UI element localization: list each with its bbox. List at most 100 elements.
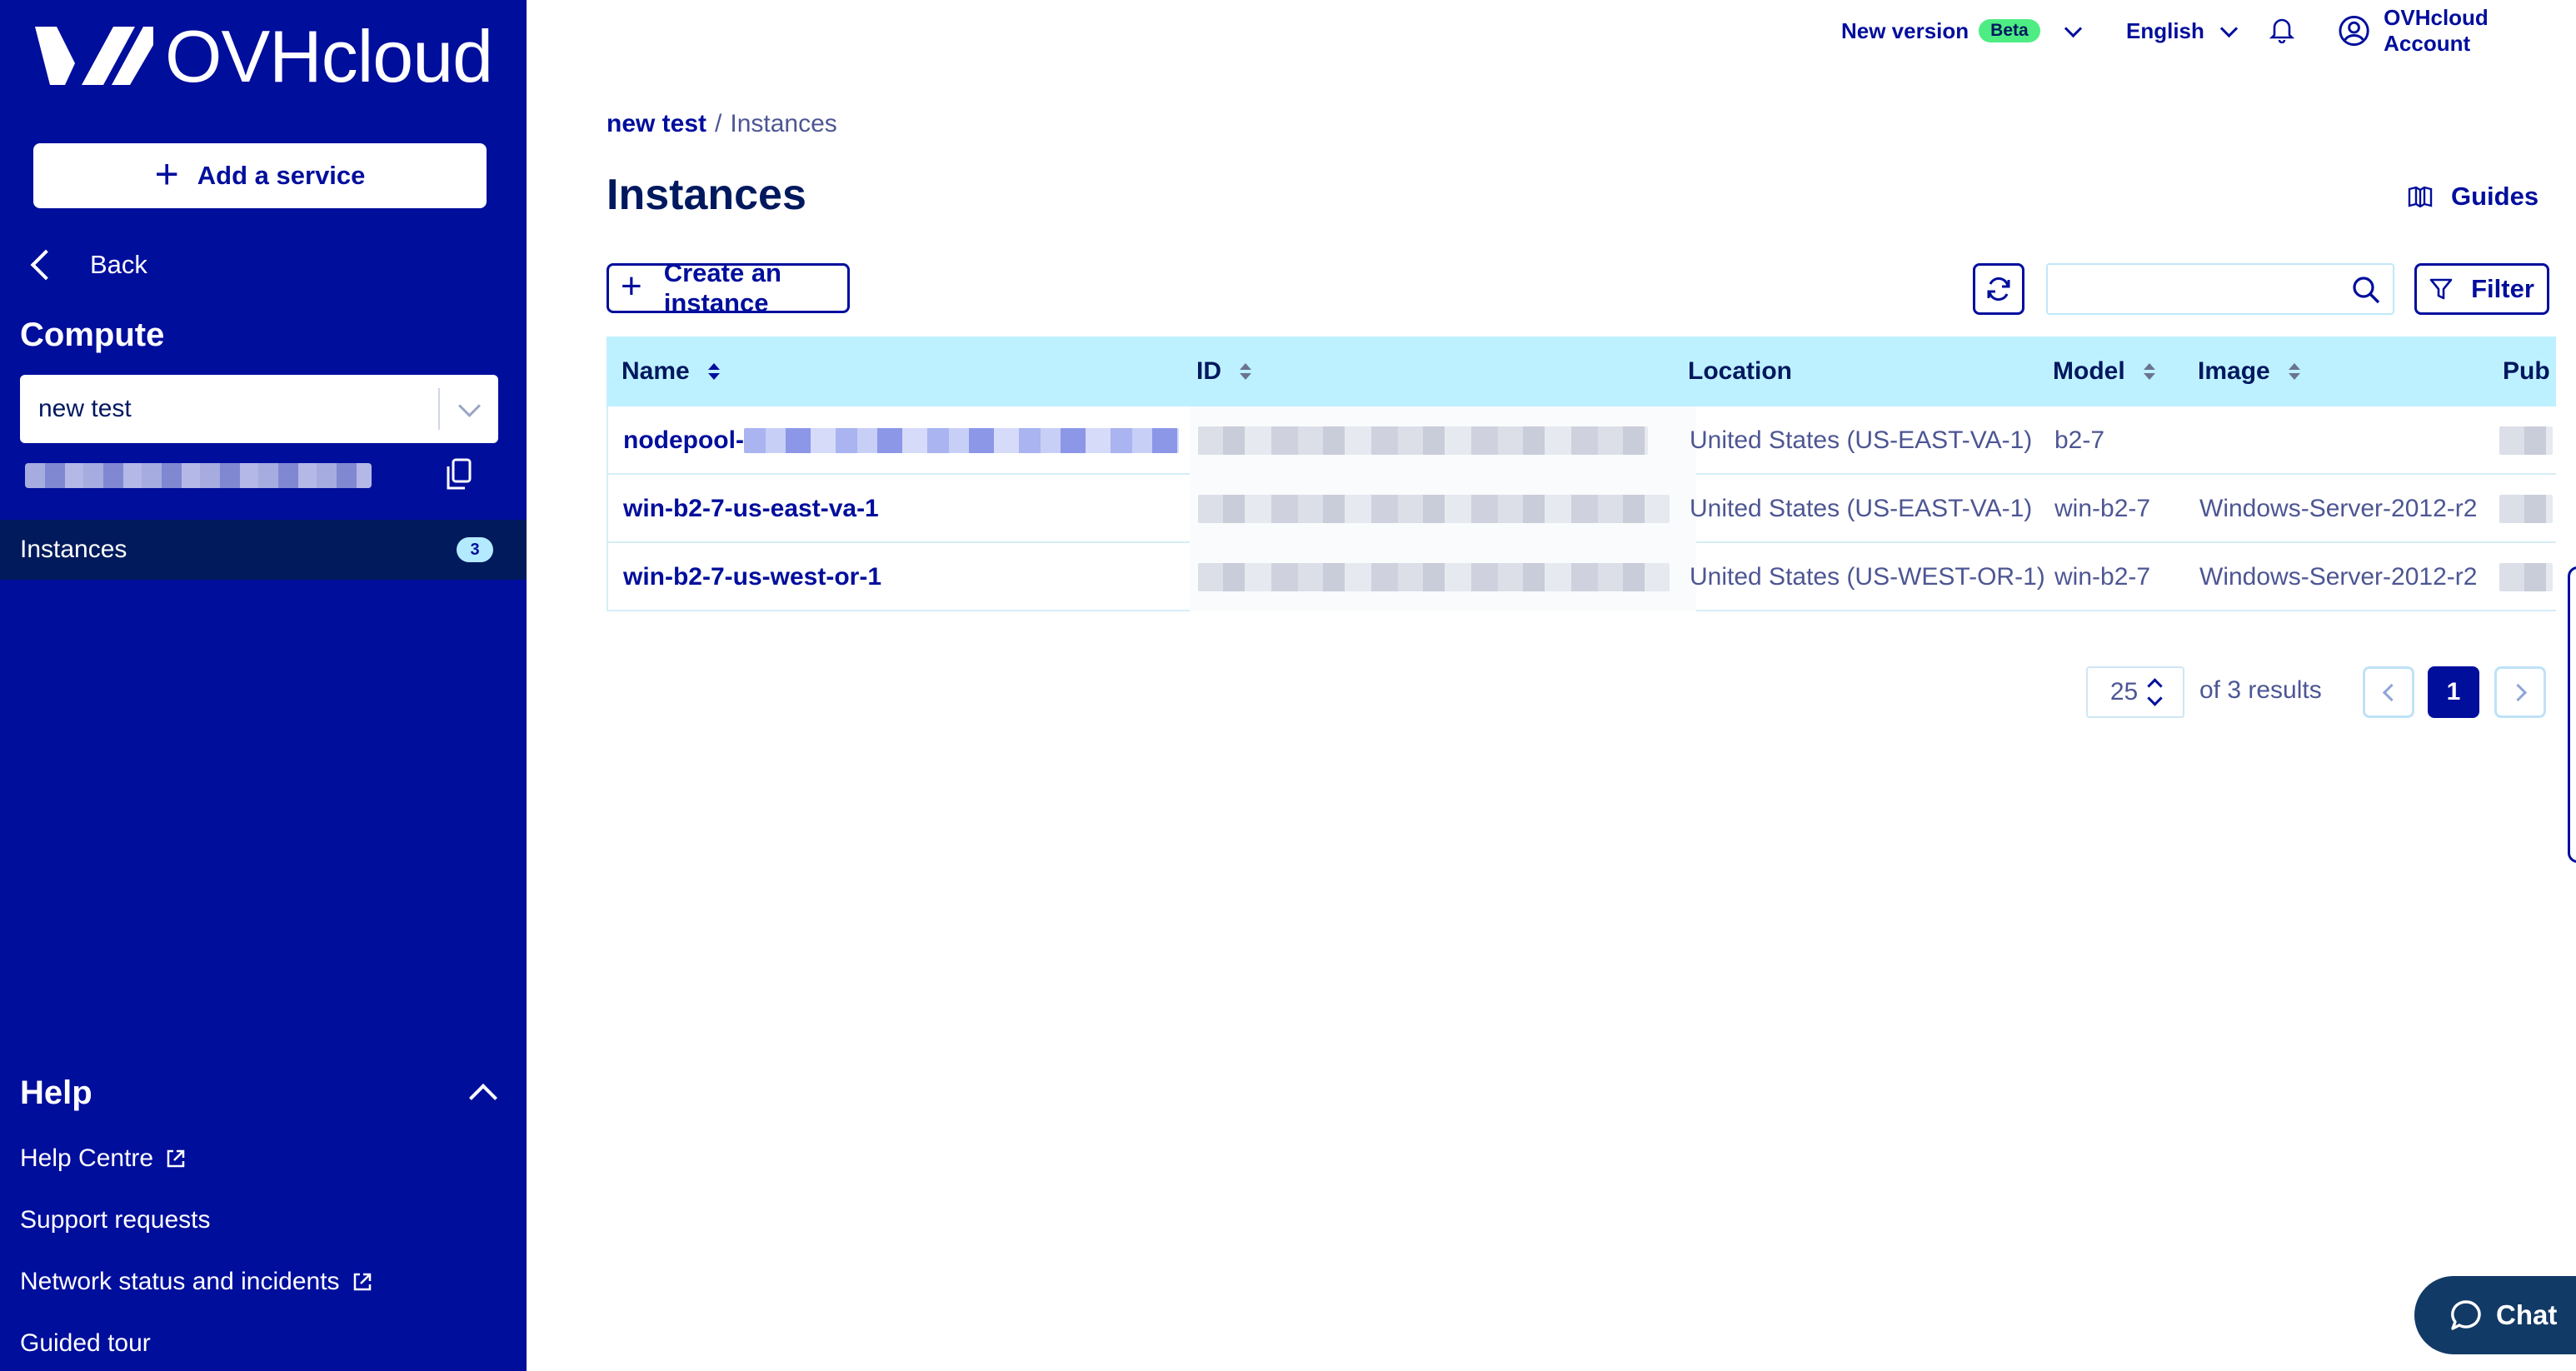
column-label: Model [2053,357,2125,385]
sidebar: OVHcloud + Add a service Back Compute ne… [0,0,527,1371]
new-version-toggle[interactable]: New version Beta [1841,12,2082,50]
previous-page-button[interactable] [2363,666,2414,718]
instances-table: Name ID Location Model Image Pub nodepoo… [607,337,2556,611]
up-down-chevron-icon [2147,678,2163,706]
refresh-button[interactable] [1973,263,2024,315]
per-page-select[interactable]: 25 [2086,666,2184,718]
instance-id [1198,475,1670,543]
project-select-value: new test [38,395,132,422]
network-status-link[interactable]: Network status and incidents [20,1268,373,1296]
instance-model: b2-7 [2054,426,2105,454]
instance-name-link[interactable]: nodepool- [623,406,1179,475]
chat-bubble-icon [2451,1300,2481,1330]
add-service-button[interactable]: + Add a service [33,143,487,208]
chevron-up-icon[interactable] [469,1084,497,1112]
plus-icon: + [154,151,179,197]
chevron-left-icon [2382,683,2400,701]
language-label: English [2126,17,2204,43]
chevron-right-icon [2509,683,2527,701]
brand-name: OVHcloud [165,15,493,97]
per-page-value: 25 [2109,678,2139,705]
breadcrumb-project-link[interactable]: new test [607,110,706,138]
instance-id [1198,543,1670,611]
book-icon [2408,186,2433,207]
help-link-label: Support requests [20,1206,211,1234]
sort-icon [2143,363,2155,380]
sort-icon [707,363,720,380]
column-header-image[interactable]: Image [2198,337,2300,406]
help-link-label: Guided tour [20,1329,151,1357]
page-title: Instances [607,171,806,219]
breadcrumb: new test / Instances [607,110,837,138]
instance-name: nodepool- [623,426,744,454]
breadcrumb-current: Instances [730,110,837,137]
bell-icon[interactable] [2269,17,2294,43]
help-title: Help [20,1074,92,1111]
project-select[interactable]: new test [20,375,498,443]
column-header-model[interactable]: Model [2053,337,2155,406]
project-id-redacted [25,463,372,488]
help-centre-link[interactable]: Help Centre [20,1144,187,1173]
sort-icon [1240,363,1251,380]
column-label: ID [1196,357,1221,385]
column-label: Image [2198,357,2270,385]
column-label: Location [1688,357,1792,385]
sidebar-item-instances[interactable]: Instances 3 [0,520,527,580]
search-input[interactable] [2046,263,2394,315]
new-version-label: New version [1841,17,1969,43]
refresh-icon [1987,277,2010,302]
instance-location: United States (US-EAST-VA-1) [1690,426,2033,454]
guided-tour-link[interactable]: Guided tour [20,1329,151,1358]
chevron-down-icon [440,394,498,417]
filter-icon [2429,278,2453,300]
instance-image: Windows-Server-2012-r2 [2199,495,2478,522]
sort-icon [2288,363,2300,380]
instance-model: win-b2-7 [2054,563,2151,591]
copy-icon[interactable] [445,458,473,491]
language-selector[interactable]: English [2126,12,2239,50]
column-header-public-ip: Pub [2503,337,2550,406]
sidebar-item-label: Instances [20,536,127,563]
next-page-button[interactable] [2494,666,2546,718]
instance-image: Windows-Server-2012-r2 [2199,563,2478,591]
column-label: Pub [2503,357,2550,385]
filter-button[interactable]: Filter [2414,263,2549,315]
external-link-icon [353,1273,371,1291]
create-instance-button[interactable]: + Create an instance [607,258,850,317]
column-header-name[interactable]: Name [622,337,720,406]
back-link[interactable]: Back [30,249,147,281]
chat-button[interactable]: Chat [2414,1276,2576,1354]
instance-name-link[interactable]: win-b2-7-us-east-va-1 [623,475,879,543]
chevron-left-icon [30,249,62,281]
guides-label: Guides [2451,182,2539,211]
external-link-icon [167,1149,185,1168]
table-header: Name ID Location Model Image Pub [607,337,2556,406]
ovhcloud-logo[interactable]: OVHcloud [32,15,493,98]
search-icon[interactable] [2351,275,2381,305]
instance-location: United States (US-EAST-VA-1) [1690,495,2033,522]
column-header-id[interactable]: ID [1196,337,1251,406]
guides-button[interactable]: Guides [2408,182,2539,212]
account-menu[interactable]: OVHcloud Account [2338,5,2576,56]
chevron-down-icon [2219,19,2239,37]
beta-badge: Beta [1979,19,2040,42]
chevron-down-icon [2064,19,2082,37]
side-panel-handle[interactable] [2568,566,2576,863]
instance-location: United States (US-WEST-OR-1) [1690,563,2045,591]
page-1-button[interactable]: 1 [2428,666,2479,718]
column-header-location: Location [1688,337,1792,406]
user-icon [2339,15,2369,47]
instance-public-ip [2499,406,2553,475]
column-label: Name [622,357,690,385]
table-row: nodepool- United States (US-EAST-VA-1) b… [607,406,2556,475]
instance-name-link[interactable]: win-b2-7-us-west-or-1 [623,543,881,611]
chat-label: Chat [2496,1299,2558,1330]
ovhcloud-logo-icon [35,27,153,85]
instances-count-badge: 3 [457,537,493,562]
support-requests-link[interactable]: Support requests [20,1206,210,1234]
table-row: win-b2-7-us-west-or-1 United States (US-… [607,543,2556,611]
filter-label: Filter [2471,274,2534,303]
instance-public-ip [2499,543,2553,611]
instance-public-ip [2499,475,2553,543]
plus-icon: + [621,266,642,307]
